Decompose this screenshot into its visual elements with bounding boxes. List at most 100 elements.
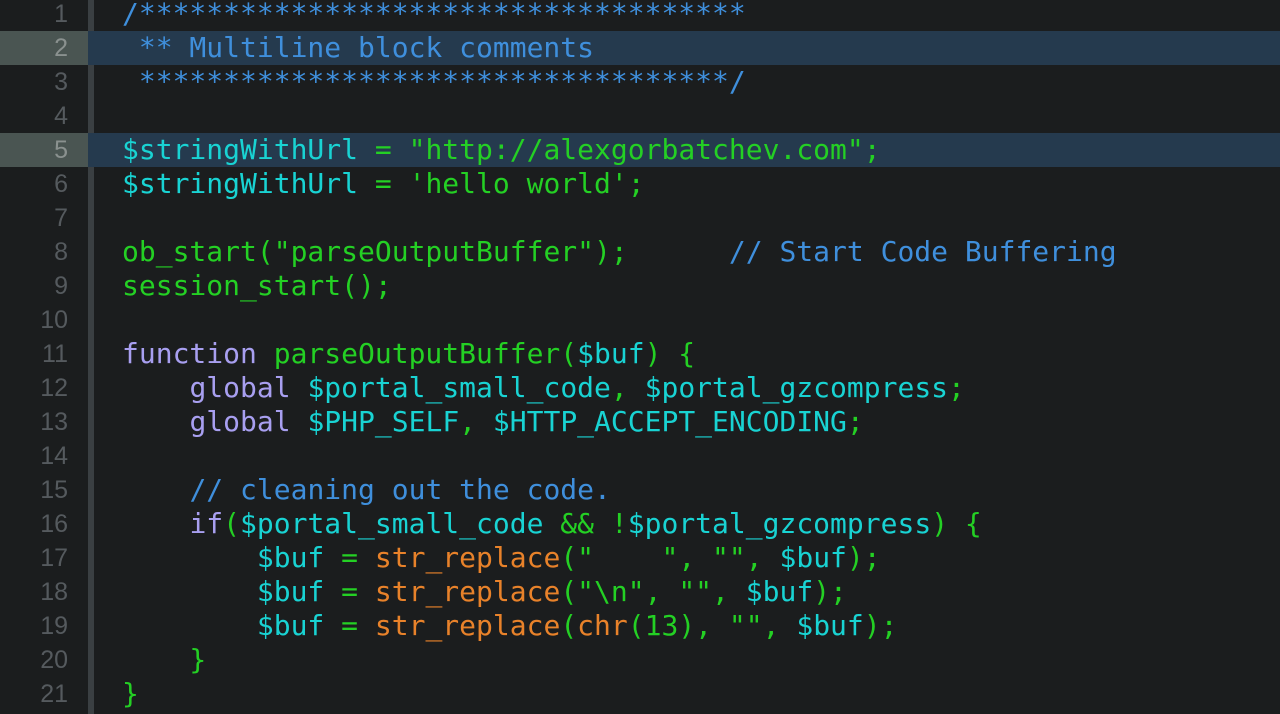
code-token-plain: ( [223,507,241,540]
line-number[interactable]: 9 [0,269,88,303]
code-line[interactable]: 3 ***********************************/ [0,65,1280,99]
code-token-keyword: global [189,405,291,438]
code-token-plain: , [610,371,645,404]
line-number[interactable]: 5 [0,133,88,167]
line-code[interactable]: if($portal_small_code && !$portal_gzcomp… [122,507,982,541]
line-code[interactable]: $stringWithUrl = "http://alexgorbatchev.… [122,133,881,167]
code-token-variable: $portal_small_code [307,371,611,404]
code-token-keyword: global [189,371,291,404]
line-number[interactable]: 15 [0,473,88,507]
code-token-plain: ) { [644,337,696,370]
code-token-plain: ); [594,235,729,268]
line-number[interactable]: 20 [0,643,88,677]
code-line[interactable]: 6 $stringWithUrl = 'hello world'; [0,167,1280,201]
code-token-string: " " [577,541,679,574]
line-number[interactable]: 17 [0,541,88,575]
code-token-string: "http://alexgorbatchev.com" [408,133,864,166]
line-code[interactable]: /************************************ [122,0,746,31]
line-code[interactable]: ** Multiline block comments [122,31,594,65]
line-number[interactable]: 16 [0,507,88,541]
line-number[interactable]: 13 [0,405,88,439]
code-line[interactable]: 20 } [0,643,1280,677]
code-line[interactable]: 9 session_start(); [0,269,1280,303]
code-token-plain: = [324,609,375,642]
line-code[interactable]: $buf = str_replace("\n", "", $buf); [122,575,847,609]
line-number[interactable]: 8 [0,235,88,269]
code-line[interactable]: 8 ob_start("parseOutputBuffer"); // Start… [0,235,1280,269]
line-number[interactable]: 3 [0,65,88,99]
line-number[interactable]: 19 [0,609,88,643]
code-token-plain: parseOutputBuffer( [256,337,578,370]
code-token-string: "" [712,541,746,574]
line-number[interactable]: 10 [0,303,88,337]
code-token-comment: // cleaning out the code. [189,473,611,506]
code-line[interactable]: 5 $stringWithUrl = "http://alexgorbatchev… [0,133,1280,167]
code-token-plain: ) { [931,507,982,540]
code-line[interactable]: 10 [0,303,1280,337]
code-token-variable: $buf [256,541,325,574]
code-editor[interactable]: 1 /************************************ 2 … [0,0,1280,714]
code-token-plain: } [122,677,139,710]
line-number[interactable]: 4 [0,99,88,133]
code-line[interactable]: 17 $buf = str_replace(" ", "", $buf); [0,541,1280,575]
code-token-plain: , [459,405,493,438]
line-code[interactable]: } [122,677,139,711]
code-token-plain: (13), [627,609,729,642]
code-token-plain: ; [846,405,864,438]
code-token-plain: ( [560,575,578,608]
code-line[interactable]: 4 [0,99,1280,133]
code-line[interactable]: 7 [0,201,1280,235]
line-number[interactable]: 1 [0,0,88,31]
line-code[interactable]: $stringWithUrl = 'hello world'; [122,167,645,201]
code-token-plain: ( [560,541,578,574]
line-number[interactable]: 2 [0,31,88,65]
line-code[interactable]: ob_start("parseOutputBuffer"); // Start … [122,235,1117,269]
line-code[interactable]: $buf = str_replace(" ", "", $buf); [122,541,881,575]
line-code[interactable]: session_start(); [122,269,392,303]
line-number[interactable]: 14 [0,439,88,473]
line-number[interactable]: 21 [0,677,88,711]
code-token-plain: = [358,167,409,200]
code-line[interactable]: 18 $buf = str_replace("\n", "", $buf); [0,575,1280,609]
line-code[interactable]: global $PHP_SELF, $HTTP_ACCEPT_ENCODING; [122,405,864,439]
code-line[interactable]: 15 // cleaning out the code. [0,473,1280,507]
line-code[interactable]: global $portal_small_code, $portal_gzcom… [122,371,965,405]
line-number[interactable]: 7 [0,201,88,235]
code-token-builtin: str_replace [374,575,561,608]
code-token-plain: ; [948,371,965,404]
code-token-variable: $stringWithUrl [122,167,359,200]
line-number[interactable]: 11 [0,337,88,371]
code-token-comment: /************************************ [122,0,746,30]
code-token-keyword: if [189,507,224,540]
code-token-comment: ***********************************/ [122,65,746,98]
code-token-string: "" [678,575,713,608]
line-code[interactable]: // cleaning out the code. [122,473,611,507]
line-code[interactable]: function parseOutputBuffer($buf) { [122,337,695,371]
line-number[interactable]: 18 [0,575,88,609]
line-code[interactable]: } [122,643,206,677]
code-token-builtin: str_replace [374,541,561,574]
code-line[interactable]: 21} [0,677,1280,711]
code-line[interactable]: 11 function parseOutputBuffer($buf) { [0,337,1280,371]
code-token-plain: && ! [543,507,628,540]
line-code[interactable]: ***********************************/ [122,65,746,99]
code-line[interactable]: 13 global $PHP_SELF, $HTTP_ACCEPT_ENCODI… [0,405,1280,439]
code-token-comment: ** Multiline block comments [122,31,595,64]
code-line[interactable]: 14 [0,439,1280,473]
code-token-variable: $buf [796,609,864,642]
line-number[interactable]: 12 [0,371,88,405]
code-token-plain: ); [813,575,847,608]
code-token-plain: ( [560,609,578,642]
code-token-plain: , [762,609,797,642]
code-line[interactable]: 19 $buf = str_replace(chr(13), "", $buf)… [0,609,1280,643]
code-token-plain: = [324,541,375,574]
code-line[interactable]: 16 if($portal_small_code && !$portal_gzc… [0,507,1280,541]
line-number[interactable]: 6 [0,167,88,201]
line-code[interactable]: $buf = str_replace(chr(13), "", $buf); [122,609,898,643]
code-line[interactable]: 2 ** Multiline block comments [0,31,1280,65]
code-line[interactable]: 1 /************************************ [0,0,1280,31]
code-line[interactable]: 12 global $portal_small_code, $portal_gz… [0,371,1280,405]
